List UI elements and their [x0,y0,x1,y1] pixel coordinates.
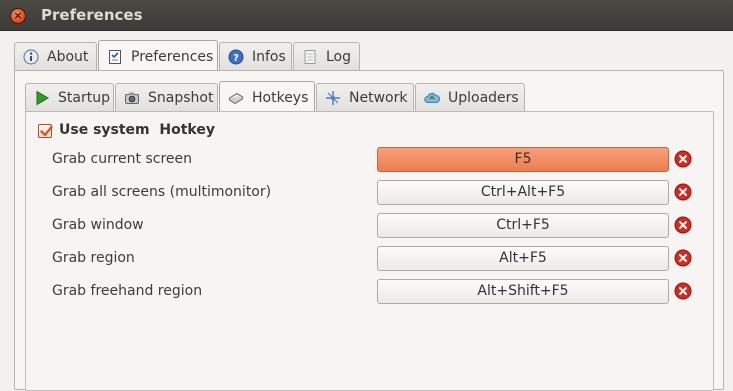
camera-icon [124,90,140,106]
tab-infos[interactable]: ? Infos [219,42,292,71]
grab-region-label: Grab region [52,250,135,266]
play-icon [34,90,50,106]
use-system-hotkey-label[interactable]: Use system Hotkey [59,122,215,138]
tab-preferences[interactable]: Preferences [98,40,218,72]
tab-startup[interactable]: Startup [25,83,114,112]
info-icon [23,49,39,65]
clear-hotkey-icon[interactable] [674,216,692,234]
tab-uploaders[interactable]: Uploaders [415,83,525,112]
tab-label: Startup [58,90,110,106]
network-icon [325,90,341,106]
tab-log[interactable]: Log [293,42,360,71]
window-close-button[interactable]: × [10,8,26,24]
tab-label: Network [349,90,408,106]
tab-label: Snapshot [148,90,214,106]
keyboard-icon [228,90,244,106]
tab-label: Uploaders [448,90,519,106]
tab-network[interactable]: Network [316,83,414,112]
tab-label: Preferences [131,48,214,65]
title-bar: × Preferences [0,0,733,31]
tab-about[interactable]: About [14,42,97,71]
tab-label: Hotkeys [252,89,309,106]
grab-all-screens-hotkey-button[interactable]: Ctrl+Alt+F5 [377,180,669,205]
clear-hotkey-icon[interactable] [674,249,692,267]
grab-current-screen-label: Grab current screen [52,151,193,167]
grab-freehand-region-hotkey-button[interactable]: Alt+Shift+F5 [377,279,669,304]
clear-hotkey-icon[interactable] [674,150,692,168]
checkmark-icon [40,125,53,137]
tab-label: About [47,49,89,65]
svg-text:?: ? [233,53,239,64]
use-system-hotkey-checkbox[interactable] [38,124,53,138]
tab-snapshot[interactable]: Snapshot [115,83,218,112]
help-icon: ? [228,49,244,65]
window-title: Preferences [41,6,143,24]
clear-hotkey-icon[interactable] [674,282,692,300]
clear-hotkey-icon[interactable] [674,183,692,201]
log-icon [302,49,318,65]
grab-region-hotkey-button[interactable]: Alt+F5 [377,246,669,271]
preferences-icon [107,49,123,65]
tab-label: Log [326,49,352,65]
grab-window-hotkey-button[interactable]: Ctrl+F5 [377,213,669,238]
grab-all-screens-label: Grab all screens (multimonitor) [52,184,272,200]
grab-freehand-region-label: Grab freehand region [52,283,203,299]
grab-window-label: Grab window [52,217,144,233]
cloud-icon [424,90,440,106]
tab-label: Infos [252,49,286,65]
grab-current-screen-hotkey-button[interactable]: F5 [377,147,669,172]
tab-hotkeys[interactable]: Hotkeys [219,81,315,113]
